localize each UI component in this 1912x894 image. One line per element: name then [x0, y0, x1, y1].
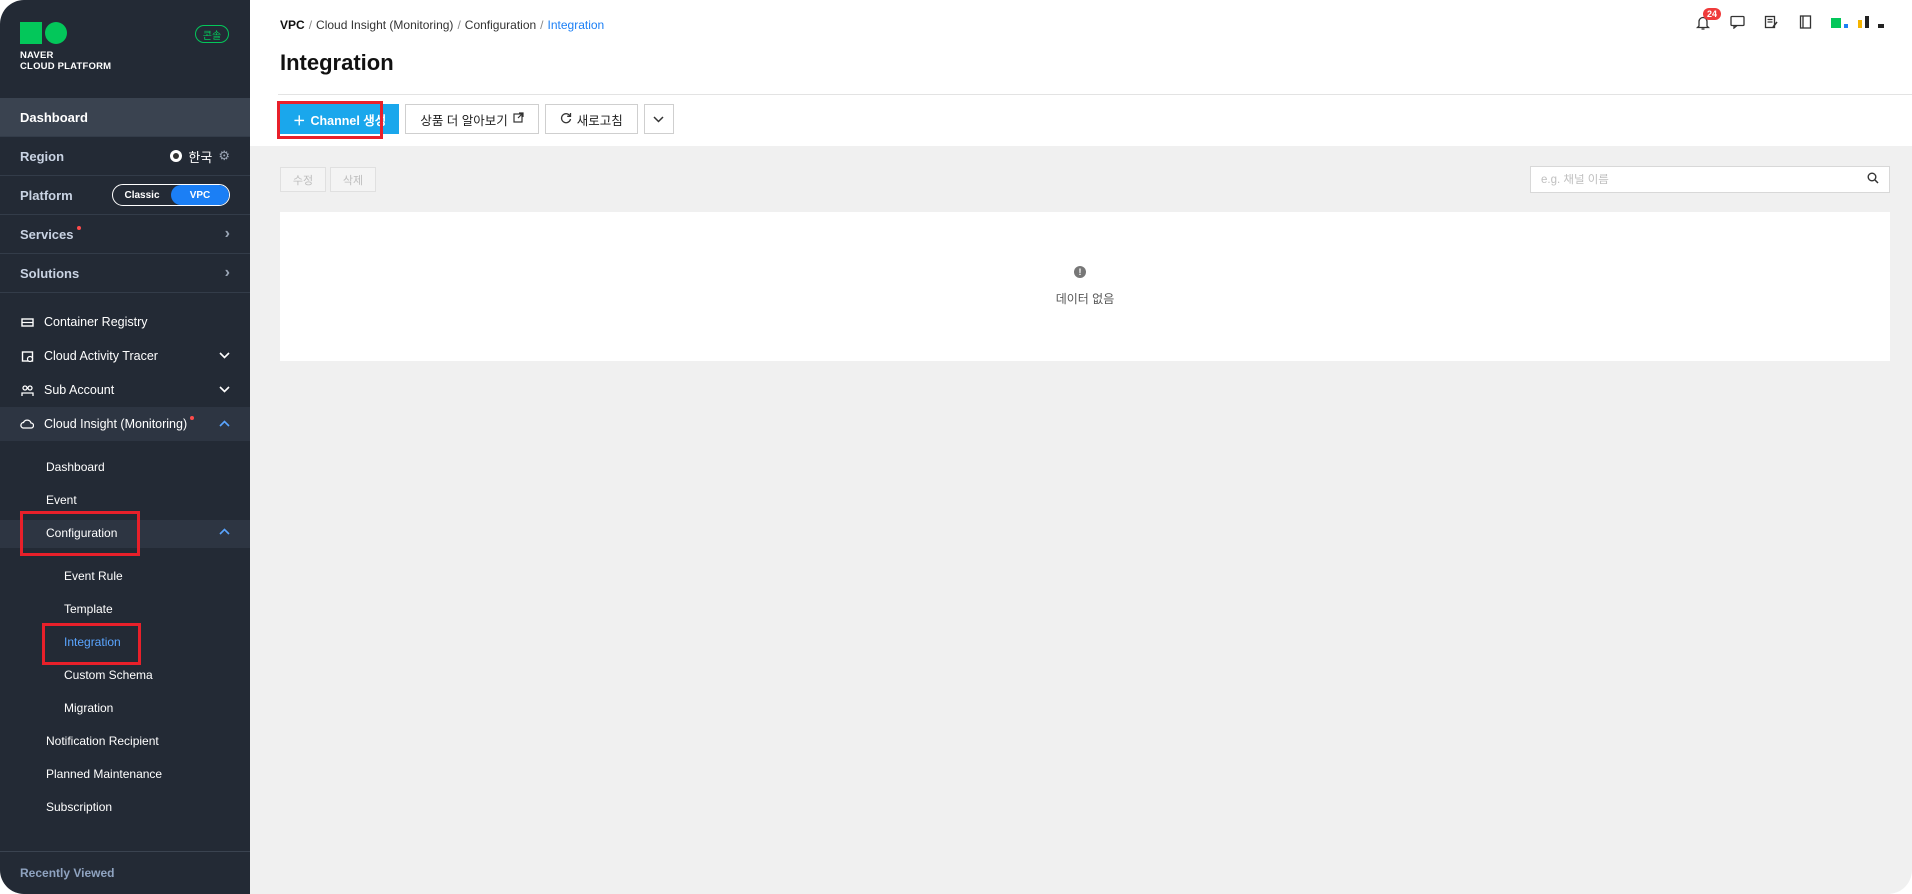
breadcrumb-cloud-insight[interactable]: Cloud Insight (Monitoring) [316, 18, 453, 32]
empty-state-message: 데이터 없음 [1055, 292, 1115, 306]
chevron-down-icon[interactable] [219, 384, 230, 396]
chevron-up-icon[interactable] [219, 418, 230, 430]
new-dot-icon [76, 226, 81, 230]
submenu-custom-schema[interactable]: Custom Schema [64, 661, 153, 689]
book-icon[interactable] [1797, 14, 1813, 30]
cloud-insight-icon [20, 417, 34, 431]
chevron-down-icon [653, 112, 664, 126]
bell-icon[interactable]: 24 [1695, 8, 1722, 30]
main-content: VPC / Cloud Insight (Monitoring) / Confi… [250, 0, 1912, 894]
app-window: NAVER CLOUD PLATFORM 콘솔 Dashboard Region… [0, 0, 1912, 894]
sidebar: NAVER CLOUD PLATFORM 콘솔 Dashboard Region… [0, 0, 250, 894]
page-title: Integration [280, 50, 394, 75]
search-box[interactable] [1530, 166, 1890, 193]
menu-sub-account[interactable]: Sub Account [0, 373, 250, 407]
chevron-up-icon[interactable] [219, 526, 230, 538]
submenu-dashboard[interactable]: Dashboard [46, 453, 105, 481]
learn-more-button[interactable]: 상품 더 알아보기 [405, 104, 539, 134]
chevron-right-icon: › [224, 225, 230, 242]
notification-count: 24 [1703, 8, 1722, 20]
more-dropdown-button[interactable] [643, 104, 674, 134]
user-avatar-icon[interactable] [1831, 16, 1884, 28]
header-divider [278, 94, 1912, 95]
breadcrumb: VPC / Cloud Insight (Monitoring) / Confi… [280, 18, 604, 32]
platform-label: Platform [20, 187, 73, 203]
chat-icon[interactable] [1729, 14, 1745, 30]
highlight-integration [42, 623, 141, 665]
platform-vpc-option[interactable]: VPC [171, 185, 229, 205]
korea-flag-icon [170, 150, 183, 162]
sidebar-dashboard-label: Dashboard [20, 109, 88, 125]
refresh-label: 새로고침 [576, 113, 623, 128]
breadcrumb-configuration[interactable]: Configuration [465, 18, 536, 32]
submenu-migration[interactable]: Migration [64, 694, 113, 722]
chevron-right-icon: › [224, 264, 230, 281]
ncp-logo[interactable]: NAVER CLOUD PLATFORM [20, 22, 111, 72]
breadcrumb-vpc[interactable]: VPC [280, 18, 305, 32]
edit-button[interactable]: 수정 [280, 167, 326, 192]
menu-container-registry[interactable]: Container Registry [0, 305, 250, 339]
solutions-label: Solutions [20, 265, 80, 281]
platform-toggle[interactable]: Classic VPC [112, 184, 230, 206]
submenu-planned-maintenance[interactable]: Planned Maintenance [46, 760, 162, 788]
menu-cloud-insight[interactable]: Cloud Insight (Monitoring) [0, 407, 250, 441]
logo-text: NAVER CLOUD PLATFORM [20, 50, 112, 72]
channel-list-panel: ! 데이터 없음 [280, 212, 1890, 361]
breadcrumb-integration: Integration [547, 18, 605, 32]
sidebar-dashboard[interactable]: Dashboard [0, 98, 250, 137]
menu-label: Cloud Insight (Monitoring) [44, 417, 188, 431]
info-icon: ! [1074, 266, 1086, 278]
sidebar-region[interactable]: Region 한국 ⚙ [0, 137, 250, 176]
submenu-event-rule[interactable]: Event Rule [64, 562, 123, 590]
breadcrumb-separator: / [540, 18, 544, 32]
recently-viewed[interactable]: Recently Viewed [0, 851, 250, 894]
tracer-icon [20, 349, 34, 363]
menu-label: Container Registry [44, 315, 148, 329]
registry-icon [20, 315, 34, 329]
breadcrumb-separator: / [457, 18, 461, 32]
learn-more-label: 상품 더 알아보기 [420, 113, 508, 128]
search-icon[interactable] [1867, 172, 1879, 187]
console-badge[interactable]: 콘솔 [195, 25, 229, 43]
search-input[interactable] [1541, 173, 1867, 186]
chevron-down-icon[interactable] [219, 350, 230, 362]
submenu-subscription[interactable]: Subscription [46, 793, 112, 821]
refresh-button[interactable]: 새로고침 [544, 104, 638, 134]
sidebar-platform: Platform Classic VPC [0, 176, 250, 215]
highlight-configuration [20, 511, 140, 556]
menu-label: Sub Account [44, 383, 115, 397]
menu-label: Cloud Activity Tracer [44, 349, 158, 363]
header-icons: 24 [1695, 8, 1884, 30]
sidebar-services[interactable]: Services › [0, 215, 250, 254]
external-link-icon [513, 112, 524, 126]
edit-note-icon[interactable] [1763, 14, 1779, 30]
highlight-create-channel [277, 101, 383, 139]
submenu-event[interactable]: Event [46, 486, 77, 514]
region-value-text: 한국 [188, 149, 213, 165]
delete-button[interactable]: 삭제 [330, 167, 376, 192]
new-dot-icon [190, 416, 195, 420]
region-label: Region [20, 148, 65, 164]
submenu-template[interactable]: Template [64, 595, 113, 623]
content-area: 수정 삭제 ! 데이터 없음 [250, 146, 1912, 894]
region-value[interactable]: 한국 ⚙ [170, 147, 230, 166]
gear-icon[interactable]: ⚙ [218, 148, 230, 164]
platform-classic-option[interactable]: Classic [113, 185, 171, 205]
sidebar-solutions[interactable]: Solutions › [0, 254, 250, 293]
menu-cloud-activity-tracer[interactable]: Cloud Activity Tracer [0, 339, 250, 373]
refresh-icon [560, 112, 572, 127]
submenu-notification-recipient[interactable]: Notification Recipient [46, 727, 159, 755]
breadcrumb-separator: / [308, 18, 313, 32]
services-label: Services [20, 226, 74, 242]
sub-account-icon [20, 383, 34, 397]
logo-mark [20, 22, 111, 44]
